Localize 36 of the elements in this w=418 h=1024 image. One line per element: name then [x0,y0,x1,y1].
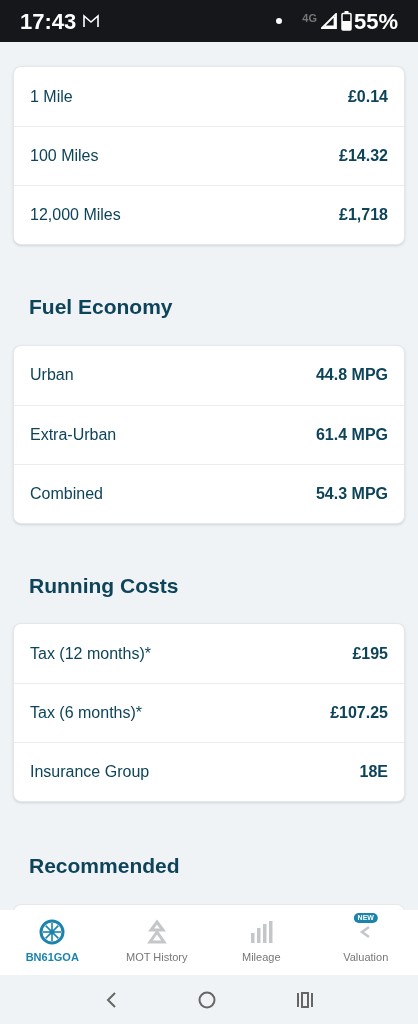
clock: 17:43 [20,7,77,36]
row-label: Extra-Urban [30,424,117,445]
row-value: £14.32 [339,146,388,166]
dot-icon [276,18,283,24]
row-value: £195 [352,643,388,664]
row-value: £1,718 [339,205,388,225]
row-label: Combined [30,483,103,504]
row-value: 44.8 MPG [315,365,388,385]
tab[interactable]: BN61GOA [0,910,105,975]
signal-icon [320,13,337,29]
section-heading: Fuel Economy [28,294,174,320]
battery-icon [340,11,352,31]
back-icon[interactable] [104,990,118,1009]
battery-level: 55% [353,7,398,36]
row-label: 12,000 Miles [30,205,121,225]
bar-chart-icon [248,919,275,946]
section-heading: Running Costs [28,572,180,599]
mail-icon [82,14,101,28]
row-label: Tax (6 months)* [30,703,143,723]
row-value: 54.3 MPG [315,483,388,504]
home-icon[interactable] [198,990,216,1009]
section-heading: Recommended [28,853,181,879]
tab[interactable]: MOT History [104,910,209,975]
row-value: £0.14 [347,86,388,107]
row-value: 61.4 MPG [315,424,388,445]
row-label: Insurance Group [30,762,150,782]
row-label: 1 Mile [30,86,73,107]
network-label: 4G [302,11,317,26]
wheel-icon [39,919,66,946]
recents-icon[interactable] [296,991,314,1008]
row-label: 100 Miles [30,146,99,166]
row-value: 18E [359,762,388,782]
row-value: £107.25 [330,703,388,723]
row-label: Urban [30,365,74,385]
row-label: Tax (12 months)* [30,643,151,664]
tab[interactable]: Mileage [209,910,314,975]
